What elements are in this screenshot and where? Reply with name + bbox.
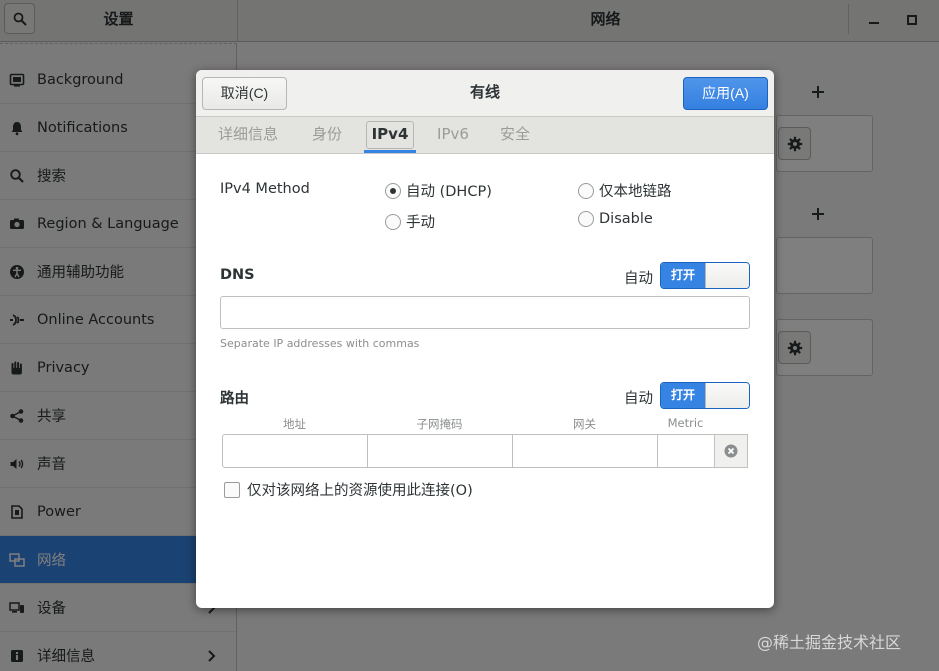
tab-identity[interactable]: 身份 — [304, 117, 350, 153]
only-local-resources-checkbox[interactable] — [224, 481, 240, 498]
tab-active-indicator — [364, 150, 416, 153]
routes-auto-switch[interactable]: 打开 — [660, 382, 750, 409]
radio-label: 自动 (DHCP) — [406, 184, 492, 200]
radio-indicator[interactable] — [385, 213, 401, 230]
dialog-tabs: 详细信息 身份 IPv4 IPv6 安全 — [196, 117, 774, 154]
radio-manual[interactable]: 手动 — [385, 211, 435, 232]
dns-label: DNS — [220, 267, 255, 283]
tab-ipv4[interactable]: IPv4 — [366, 117, 414, 153]
route-gateway-input[interactable] — [512, 434, 658, 468]
radio-label: Disable — [599, 211, 653, 227]
only-local-resources-option[interactable]: 仅对该网络上的资源使用此连接(O) — [224, 479, 473, 500]
switch-knob[interactable] — [705, 263, 749, 288]
only-local-resources-label: 仅对该网络上的资源使用此连接(O) — [247, 483, 473, 499]
dns-input[interactable] — [220, 296, 750, 329]
routes-auto-label: 自动 — [624, 391, 653, 407]
apply-button[interactable]: 应用(A) — [683, 77, 768, 110]
radio-label: 手动 — [406, 215, 435, 231]
radio-indicator[interactable] — [385, 182, 401, 199]
radio-disable[interactable]: Disable — [578, 211, 653, 227]
dns-hint: Separate IP addresses with commas — [220, 337, 420, 350]
cancel-button[interactable]: 取消(C) — [202, 77, 287, 110]
clear-icon — [724, 444, 738, 458]
route-column-metric: Metric — [667, 416, 704, 430]
radio-link-local-only[interactable]: 仅本地链路 — [578, 180, 672, 201]
ipv4-method-label: IPv4 Method — [220, 181, 310, 197]
watermark: @稀土掘金技术社区 — [757, 633, 902, 652]
route-column-gateway: 网关 — [573, 417, 596, 431]
tab-details[interactable]: 详细信息 — [208, 117, 288, 153]
tab-ipv6[interactable]: IPv6 — [430, 117, 476, 153]
dialog-header: 取消(C) 有线 应用(A) — [196, 70, 774, 117]
dns-auto-switch[interactable]: 打开 — [660, 262, 750, 289]
radio-indicator[interactable] — [578, 182, 594, 199]
radio-label: 仅本地链路 — [599, 184, 672, 200]
route-delete-button[interactable] — [714, 434, 748, 468]
tab-security[interactable]: 安全 — [492, 117, 538, 153]
route-netmask-input[interactable] — [367, 434, 513, 468]
routes-label: 路由 — [220, 391, 249, 407]
dialog-title: 有线 — [469, 83, 500, 101]
dns-auto-label: 自动 — [624, 271, 653, 287]
route-column-netmask: 子网掩码 — [416, 417, 463, 431]
route-address-input[interactable] — [222, 434, 368, 468]
route-column-address: 地址 — [283, 417, 306, 431]
wired-settings-dialog: 取消(C) 有线 应用(A) 详细信息 身份 IPv4 IPv6 安全 IPv4… — [196, 70, 774, 608]
switch-on-label: 打开 — [661, 263, 705, 288]
route-metric-input[interactable] — [657, 434, 715, 468]
radio-automatic-dhcp[interactable]: 自动 (DHCP) — [385, 180, 492, 201]
switch-on-label: 打开 — [661, 383, 705, 408]
switch-knob[interactable] — [705, 383, 749, 408]
radio-indicator[interactable] — [578, 211, 594, 227]
